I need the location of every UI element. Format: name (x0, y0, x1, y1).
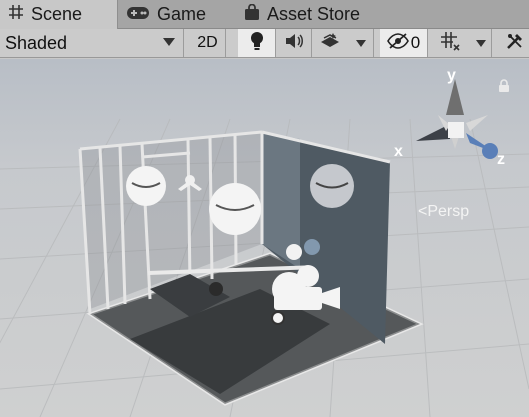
lock-icon[interactable] (498, 79, 510, 98)
scene-toolbar: Shaded 2D 0 (0, 29, 529, 58)
scene-visibility-toggle[interactable]: 0 (380, 29, 428, 57)
gamepad-icon (126, 4, 150, 25)
2d-toggle-label: 2D (197, 34, 218, 51)
persp-chevron-icon: < (418, 203, 428, 220)
tools-icon (506, 32, 524, 55)
point-light-icon (286, 244, 302, 260)
axis-x-label: x (394, 143, 403, 160)
gizmo-toggle-button[interactable] (430, 29, 470, 57)
eye-hidden-icon (386, 32, 409, 54)
lightbulb-icon (249, 31, 265, 56)
projection-toggle[interactable]: <Persp (418, 203, 469, 221)
shopping-bag-icon (244, 3, 260, 26)
projection-label: Persp (427, 203, 470, 220)
effects-dropdown-button[interactable] (348, 29, 374, 57)
sphere-light-3 (310, 164, 354, 208)
speaker-icon (284, 33, 304, 54)
sphere-light-1 (126, 166, 166, 206)
lighting-toggle-button[interactable] (238, 29, 276, 57)
draw-mode-dropdown[interactable]: Shaded (0, 29, 184, 57)
gizmo-center-cube (448, 122, 464, 138)
tab-asset-store[interactable]: Asset Store (244, 0, 404, 29)
gizmo-grid-icon (440, 31, 460, 56)
hidden-objects-count: 0 (410, 33, 421, 52)
chevron-down-icon (475, 39, 486, 47)
tab-asset-store-label: Asset Store (267, 4, 361, 24)
audio-source-icon (271, 311, 285, 325)
window-tab-bar: Scene Game Asset Store (0, 0, 529, 29)
effects-toggle-button[interactable] (312, 29, 348, 57)
layers-effects-icon (320, 32, 340, 55)
reflection-probe (304, 239, 320, 255)
scene-viewport[interactable]: y x z <Persp (0, 59, 529, 417)
prop-lamp (209, 282, 223, 296)
draw-mode-value: Shaded (5, 32, 68, 53)
axis-neg-x-cone (466, 115, 488, 131)
scene-tools-button[interactable] (500, 29, 529, 57)
chevron-down-icon (163, 38, 175, 46)
2d-toggle-button[interactable]: 2D (190, 29, 226, 57)
tab-scene[interactable]: Scene (0, 0, 118, 29)
axis-y-label: y (447, 67, 456, 84)
grid-icon (8, 4, 24, 25)
audio-toggle-button[interactable] (276, 29, 312, 57)
orientation-gizmo[interactable] (410, 67, 510, 177)
gizmo-dropdown-button[interactable] (470, 29, 492, 57)
tab-scene-label: Scene (31, 4, 83, 24)
axis-z-label: z (497, 151, 505, 168)
sphere-light-2 (209, 183, 261, 235)
tab-game-label: Game (157, 4, 207, 24)
tab-game[interactable]: Game (126, 0, 236, 29)
chevron-down-icon (355, 39, 366, 47)
